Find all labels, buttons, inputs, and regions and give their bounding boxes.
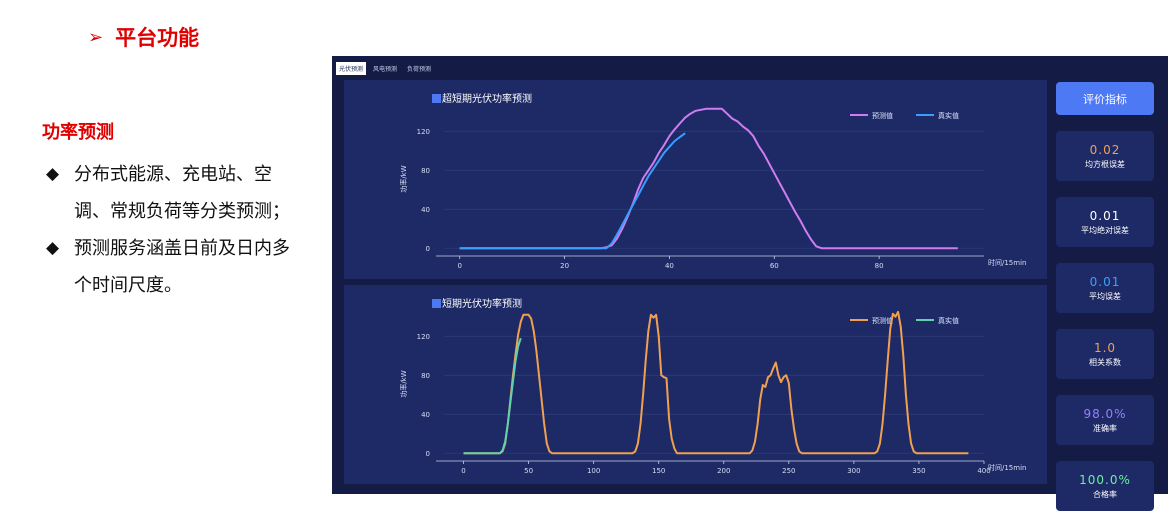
diamond-icon: ◆ (46, 164, 60, 184)
x-tick-label: 0 (461, 467, 465, 475)
series-line (459, 107, 958, 250)
metric-value: 0.01 (1089, 274, 1121, 289)
y-tick-label: 0 (426, 450, 430, 458)
tab-pv-forecast[interactable]: 光伏预测 (336, 62, 367, 75)
metrics-sidebar: 评价指标 0.02 均方根误差 0.01 平均绝对误差 0.01 平均误差 1.… (1056, 82, 1154, 511)
series-line (463, 337, 522, 455)
short-term-chart: 0 40 80 120 0 50 100 150 200 250 300 350 400 时间/15min… (344, 285, 1047, 484)
metric-card-rmse: 0.02 均方根误差 (1056, 131, 1154, 181)
legend-label: 预测值 (872, 316, 893, 325)
y-tick-label: 120 (417, 128, 430, 136)
tab-wind-forecast[interactable]: 风电预测 (370, 62, 400, 75)
diamond-icon: ◆ (46, 238, 60, 258)
title-square-icon (432, 299, 441, 308)
x-tick-label: 60 (770, 262, 779, 270)
metric-card-mae: 0.01 平均绝对误差 (1056, 197, 1154, 247)
y-tick-label: 40 (421, 206, 430, 214)
legend-label: 真实值 (938, 111, 959, 120)
legend-label: 预测值 (872, 111, 893, 120)
metric-label: 合格率 (1093, 489, 1117, 499)
bullet-text: 预测服务涵盖日前及日内多个时间尺度。 (74, 238, 290, 296)
bullet-item: ◆ 预测服务涵盖日前及日内多个时间尺度。 (46, 230, 306, 304)
metric-label: 平均误差 (1089, 291, 1121, 301)
metric-card-correlation: 1.0 相关系数 (1056, 329, 1154, 379)
metric-card-pass-rate: 100.0% 合格率 (1056, 461, 1154, 511)
y-tick-label: 40 (421, 411, 430, 419)
metric-card-mean-error: 0.01 平均误差 (1056, 263, 1154, 313)
bullet-item: ◆ 分布式能源、充电站、空调、常规负荷等分类预测； (46, 156, 306, 230)
section-subtitle: 功率预测 (42, 122, 114, 143)
short-term-chart-svg: 040801200 50 100 150 200 250 300 350 400时间/15min… (399, 297, 1026, 475)
legend-label: 真实值 (938, 316, 959, 325)
app-panel: 光伏预测 风电预测 负荷预测 0 40 80 120 0 20 40 60 80 时间/15min… (332, 56, 1168, 511)
x-tick-label: 300 (847, 467, 860, 475)
chart-title: 超短期光伏功率预测 (442, 92, 532, 105)
x-tick-label: 50 (524, 467, 533, 475)
metric-label: 均方根误差 (1085, 159, 1125, 169)
ultra-short-term-chart: 0 40 80 120 0 20 40 60 80 时间/15min 功率/kW 超短期光伏功率预测预… (344, 80, 1047, 279)
metric-label: 准确率 (1093, 423, 1117, 433)
metric-value: 98.0% (1083, 406, 1127, 421)
y-axis-label: 功率/kW (399, 370, 408, 397)
series-line (463, 310, 969, 455)
x-axis-label: 时间/15min (988, 258, 1026, 267)
chart-title: 短期光伏功率预测 (442, 297, 522, 310)
y-tick-label: 0 (426, 245, 430, 253)
x-tick-label: 40 (665, 262, 674, 270)
bullet-text: 分布式能源、充电站、空调、常规负荷等分类预测； (74, 164, 290, 222)
slide-title: ➢ 平台功能 (88, 22, 199, 52)
x-tick-label: 20 (560, 262, 569, 270)
y-tick-label: 80 (421, 372, 430, 380)
tab-bar: 光伏预测 风电预测 负荷预测 (336, 62, 434, 75)
metric-value: 0.02 (1089, 142, 1121, 157)
slide-title-text: 平台功能 (115, 26, 200, 50)
x-tick-label: 150 (652, 467, 665, 475)
metric-value: 100.0% (1079, 472, 1131, 487)
metric-label: 相关系数 (1089, 357, 1121, 367)
y-tick-label: 80 (421, 167, 430, 175)
tab-load-forecast[interactable]: 负荷预测 (404, 62, 434, 75)
x-tick-label: 0 (457, 262, 461, 270)
x-tick-label: 200 (717, 467, 730, 475)
series-line (459, 132, 686, 250)
title-square-icon (432, 94, 441, 103)
evaluate-metrics-button[interactable]: 评价指标 (1056, 82, 1154, 115)
ultra-short-term-chart-svg: 0 40 80 120 0 20 40 60 80 时间/15min 功率/kW 超短期光伏功率预测预… (399, 92, 1026, 270)
metric-card-accuracy: 98.0% 准确率 (1056, 395, 1154, 445)
x-tick-label: 350 (912, 467, 925, 475)
y-axis-label: 功率/kW (399, 165, 408, 192)
metric-value: 0.01 (1089, 208, 1121, 223)
arrow-icon: ➢ (88, 26, 104, 48)
metric-label: 平均绝对误差 (1081, 225, 1129, 235)
x-tick-label: 250 (782, 467, 795, 475)
x-tick-label: 100 (587, 467, 600, 475)
x-tick-label: 80 (875, 262, 884, 270)
y-tick-label: 120 (417, 333, 430, 341)
metric-value: 1.0 (1093, 340, 1117, 355)
x-axis-label: 时间/15min (988, 463, 1026, 472)
bullet-list: ◆ 分布式能源、充电站、空调、常规负荷等分类预测； ◆ 预测服务涵盖日前及日内多… (46, 156, 306, 304)
